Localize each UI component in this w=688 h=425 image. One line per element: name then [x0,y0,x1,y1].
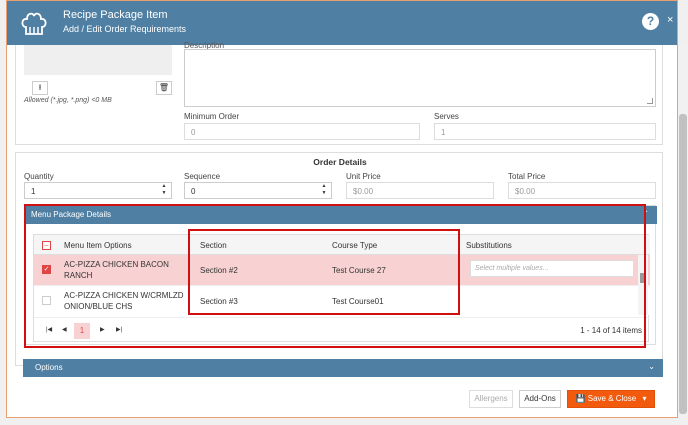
dialog-title: Recipe Package Item [63,9,168,21]
dialog-header: Recipe Package Item Add / Edit Order Req… [7,1,677,45]
description-textarea[interactable] [184,49,656,107]
quantity-spin-icon[interactable]: ▲ ▼ [157,183,171,198]
dialog-subtitle: Add / Edit Order Requirements [63,24,187,34]
quantity-label: Quantity [24,172,54,181]
sequence-value: 0 [191,187,196,196]
resize-handle-icon[interactable] [647,98,653,104]
unit-price-field: $0.00 [346,182,494,199]
order-details-title: Order Details [313,157,367,167]
options-title: Options [35,363,63,372]
trash-icon[interactable]: 🗑 [156,81,172,95]
add-ons-button[interactable]: Add-Ons [519,390,561,408]
sequence-stepper[interactable]: 0 ▲ ▼ [184,182,332,199]
sequence-spin-icon[interactable]: ▲ ▼ [317,183,331,198]
save-icon: 💾 [575,394,586,403]
quantity-value: 1 [31,187,36,196]
total-price-label: Total Price [508,172,546,181]
total-price-field: $0.00 [508,182,656,199]
image-preview [24,45,172,75]
unit-price-label: Unit Price [346,172,381,181]
allergens-button[interactable]: Allergens [469,390,513,408]
dropdown-caret-icon[interactable]: ▾ [642,394,646,403]
help-icon[interactable]: ? [642,13,659,30]
options-panel-header[interactable]: Options ⌄ [23,359,663,377]
page-scroll-thumb[interactable] [679,114,687,414]
serves-input[interactable]: 1 [434,123,656,140]
highlight-frame-columns [188,229,460,315]
close-icon[interactable]: × [667,14,673,26]
page-scrollbar[interactable] [678,44,688,418]
upload-icon[interactable]: ⭱ [32,81,48,95]
allowed-file-hint: Allowed (*.jpg, *.png) <0 MB [24,97,112,104]
chef-hat-icon [21,12,47,35]
save-close-button[interactable]: 💾 Save & Close ▾ [567,390,655,408]
save-close-label: Save & Close [587,394,637,403]
item-info-section: ⭱ 🗑 Allowed (*.jpg, *.png) <0 MB Descrip… [15,41,663,145]
quantity-stepper[interactable]: 1 ▲ ▼ [24,182,172,199]
min-order-label: Minimum Order [184,112,240,121]
sequence-label: Sequence [184,172,221,181]
chevron-down-icon[interactable]: ⌄ [648,362,655,371]
min-order-input[interactable]: 0 [184,123,420,140]
serves-label: Serves [434,112,459,121]
